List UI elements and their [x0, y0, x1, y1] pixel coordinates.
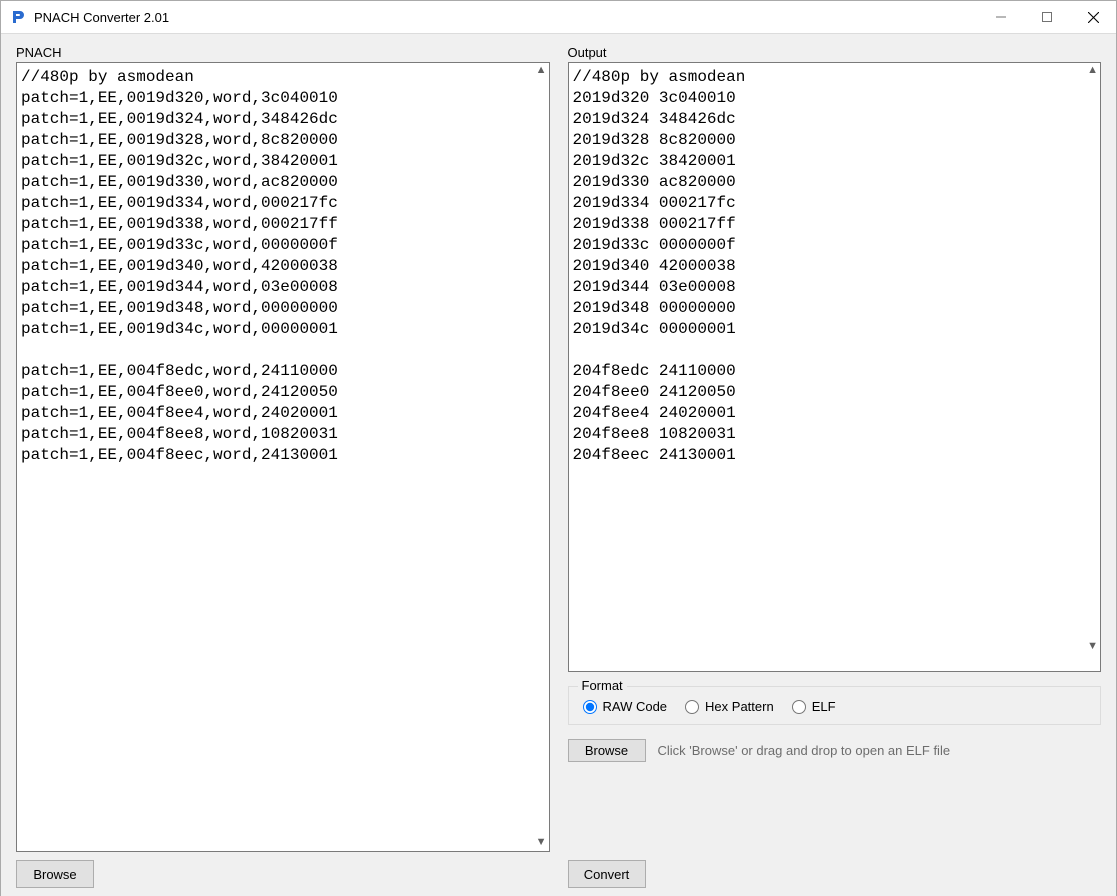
radio-elf-label: ELF	[812, 699, 836, 714]
titlebar: PNACH Converter 2.01	[1, 1, 1116, 34]
elf-row: Browse Click 'Browse' or drag and drop t…	[568, 739, 1102, 762]
close-button[interactable]	[1070, 1, 1116, 33]
window-title: PNACH Converter 2.01	[34, 10, 978, 25]
format-groupbox: Format RAW Code Hex Pattern ELF	[568, 686, 1102, 725]
app-window: PNACH Converter 2.01 PNACH ▲ ▼	[0, 0, 1117, 896]
scroll-up-icon[interactable]: ▲	[1087, 64, 1098, 76]
radio-raw-label: RAW Code	[603, 699, 668, 714]
radio-hex-label: Hex Pattern	[705, 699, 774, 714]
browse-pnach-button[interactable]: Browse	[16, 860, 94, 888]
convert-button[interactable]: Convert	[568, 860, 646, 888]
window-controls	[978, 1, 1116, 33]
minimize-button[interactable]	[978, 1, 1024, 33]
browse-elf-button[interactable]: Browse	[568, 739, 646, 762]
radio-hex[interactable]: Hex Pattern	[685, 699, 774, 714]
radio-elf-input[interactable]	[792, 700, 806, 714]
output-label: Output	[568, 45, 1102, 60]
app-icon	[11, 9, 27, 25]
format-legend: Format	[578, 678, 627, 693]
radio-elf[interactable]: ELF	[792, 699, 836, 714]
client-area: PNACH ▲ ▼ Output ▲ ▼ Format	[1, 34, 1116, 896]
output-text[interactable]	[568, 62, 1102, 672]
radio-raw-input[interactable]	[583, 700, 597, 714]
pnach-panel: PNACH ▲ ▼	[16, 45, 550, 852]
scroll-up-icon[interactable]: ▲	[536, 64, 547, 76]
radio-raw[interactable]: RAW Code	[583, 699, 668, 714]
scroll-down-icon[interactable]: ▼	[1087, 640, 1098, 652]
pnach-label: PNACH	[16, 45, 550, 60]
elf-hint: Click 'Browse' or drag and drop to open …	[658, 743, 951, 758]
pnach-input[interactable]	[16, 62, 550, 852]
scroll-down-icon[interactable]: ▼	[536, 836, 547, 848]
output-panel: Output ▲ ▼ Format RAW Code	[568, 45, 1102, 852]
maximize-button[interactable]	[1024, 1, 1070, 33]
radio-hex-input[interactable]	[685, 700, 699, 714]
